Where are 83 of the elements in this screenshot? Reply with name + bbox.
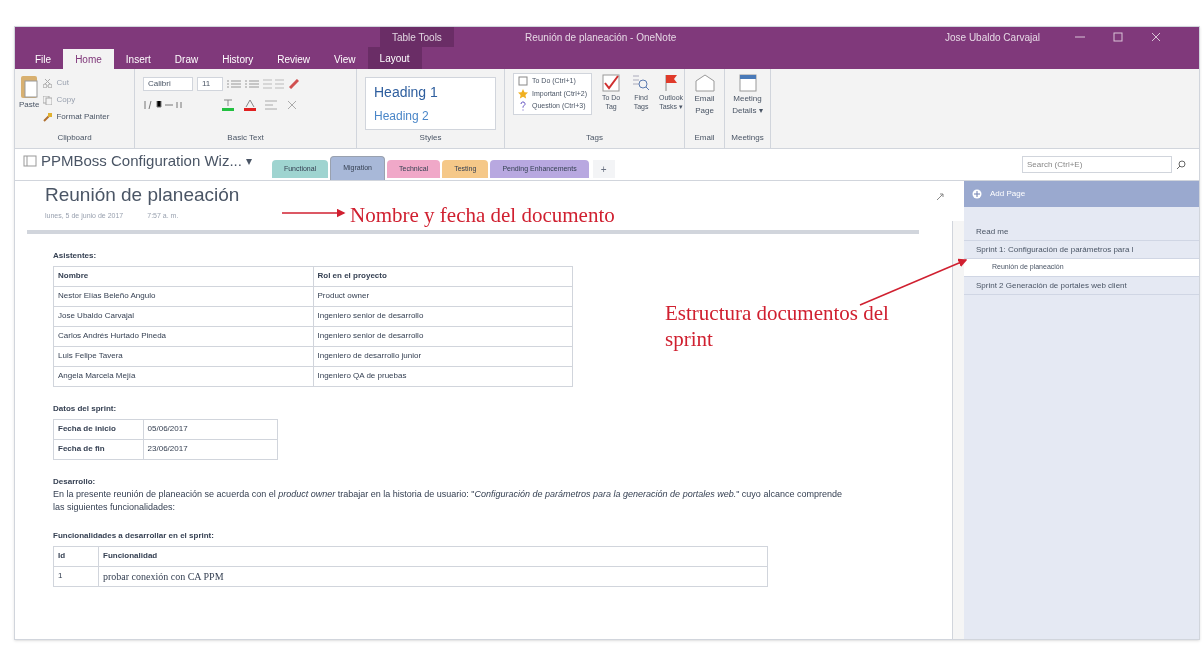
column-header: Nombre bbox=[53, 266, 313, 286]
column-header: Rol en el proyecto bbox=[313, 266, 573, 286]
annotation-arrow bbox=[281, 208, 346, 218]
ribbon-tab[interactable]: History bbox=[210, 49, 266, 69]
group-label: Email bbox=[694, 132, 715, 144]
group-label: Styles bbox=[418, 132, 443, 144]
email-page-button[interactable]: Email Page bbox=[689, 93, 720, 117]
ribbon-tab[interactable]: File bbox=[23, 49, 64, 69]
numbered-list-icon[interactable] bbox=[245, 79, 259, 89]
close-icon[interactable] bbox=[1151, 32, 1161, 42]
table-cell: Jose Ubaldo Carvajal bbox=[53, 306, 313, 326]
expand-icon[interactable] bbox=[936, 193, 944, 201]
table-cell: Angela Marcela Mejía bbox=[53, 366, 313, 386]
paintbrush-icon[interactable] bbox=[43, 112, 53, 122]
search-field[interactable]: Search (Ctrl+E) bbox=[1022, 156, 1172, 173]
align-icon[interactable] bbox=[265, 100, 279, 110]
user-name[interactable]: Jose Ubaldo Carvajal bbox=[945, 29, 1041, 45]
ribbon-tab[interactable]: View bbox=[322, 49, 368, 69]
style-option[interactable]: Heading 2 bbox=[374, 107, 487, 125]
checkbox-icon bbox=[518, 76, 528, 87]
table-cell: Product owner bbox=[313, 286, 573, 306]
font-name-field[interactable]: Calibri bbox=[143, 77, 193, 91]
page-list-item[interactable]: Sprint 2 Generación de portales web client bbox=[964, 277, 1199, 295]
table-cell: probar conexión con CA PPM bbox=[98, 566, 768, 586]
calendar-icon[interactable] bbox=[736, 73, 759, 93]
annotation-label: Estructura documentos del sprint bbox=[665, 300, 890, 352]
group-label: Meetings bbox=[731, 132, 764, 144]
table-cell: Fecha de inicio bbox=[53, 419, 144, 439]
column-header: Funcionalidad bbox=[98, 546, 768, 566]
search-icon[interactable] bbox=[1176, 159, 1186, 170]
dropdown-arrow[interactable]: ▾ bbox=[245, 151, 252, 170]
group-label: Clipboard bbox=[56, 132, 93, 144]
delete-icon[interactable] bbox=[287, 100, 297, 110]
clipboard-icon[interactable] bbox=[19, 73, 40, 99]
scrollbar[interactable] bbox=[952, 221, 964, 639]
ribbon-tab[interactable]: Home bbox=[63, 49, 114, 69]
ribbon-tab[interactable]: Layout bbox=[367, 47, 422, 69]
table-cell: Fecha de fin bbox=[53, 439, 144, 459]
checkmark-icon[interactable] bbox=[601, 73, 622, 93]
format-painter-button[interactable]: Format Painter bbox=[56, 111, 110, 123]
question-mark-icon bbox=[518, 101, 528, 112]
table-cell: Ingeniero senior de desarrollo bbox=[313, 326, 573, 346]
table-cell: 05/06/2017 bbox=[143, 419, 278, 439]
column-header: Id bbox=[53, 546, 99, 566]
highlight-icon[interactable] bbox=[221, 99, 235, 111]
ribbon-tab[interactable]: Draw bbox=[162, 49, 211, 69]
section-heading: Funcionalidades a desarrollar en el sprint: bbox=[53, 529, 215, 542]
magnifier-icon[interactable] bbox=[631, 73, 652, 93]
font-size-field[interactable]: 11 bbox=[197, 77, 223, 91]
section-heading: Asistentes: bbox=[53, 249, 98, 262]
font-color-icon[interactable] bbox=[243, 99, 257, 111]
notebook-icon[interactable] bbox=[23, 154, 37, 167]
paste-button[interactable]: Paste bbox=[19, 99, 40, 111]
plus-circle-icon bbox=[972, 189, 982, 199]
table-cell: 23/06/2017 bbox=[143, 439, 278, 459]
ribbon-tab[interactable]: Insert bbox=[113, 49, 163, 69]
paragraph: En la presente reunión de planeación se acuerda con el product owner trabajar en la historia de usuario: "Configuración de parámetros para la generación de portales web." cuyo alcance comprende las siguientes funcionalidades: bbox=[53, 487, 843, 514]
meeting-details-button[interactable]: Meeting Details ▾ bbox=[727, 93, 768, 117]
table-cell: Carlos Andrés Hurtado Pineda bbox=[53, 326, 313, 346]
star-icon bbox=[518, 88, 528, 99]
add-section-tab[interactable]: + bbox=[592, 160, 615, 178]
section-heading: Desarrollo: bbox=[53, 475, 97, 488]
table-cell: Ingeniero senior de desarrollo bbox=[313, 306, 573, 326]
page-list-item[interactable]: Read me bbox=[964, 223, 1199, 241]
scissors-icon[interactable] bbox=[43, 78, 53, 88]
copy-icon[interactable] bbox=[43, 95, 53, 105]
notebook-selector[interactable]: PPMBoss Configuration Wiz... bbox=[41, 149, 242, 172]
maximize-icon[interactable] bbox=[1113, 32, 1123, 42]
section-heading: Datos del sprint: bbox=[53, 402, 118, 415]
group-label: Tags bbox=[585, 132, 604, 144]
window-title: Reunión de planeación - OneNote bbox=[525, 30, 677, 45]
table-cell: Nestor Elías Beleño Angulo bbox=[53, 286, 313, 306]
eraser-icon[interactable] bbox=[289, 79, 299, 89]
group-label: Basic Text bbox=[226, 132, 265, 144]
context-tab-group: Table Tools bbox=[380, 27, 454, 47]
ribbon-tab[interactable]: Review bbox=[265, 49, 323, 69]
table-cell: 1 bbox=[53, 566, 99, 586]
style-option[interactable]: Heading 1 bbox=[374, 82, 487, 103]
bullet-list-icon[interactable] bbox=[227, 79, 241, 89]
table-cell: Ingeniero de desarrollo junior bbox=[313, 346, 573, 366]
envelope-icon[interactable] bbox=[693, 73, 716, 93]
table-cell: Luis Felipe Tavera bbox=[53, 346, 313, 366]
table-cell: Ingeniero QA de pruebas bbox=[313, 366, 573, 386]
